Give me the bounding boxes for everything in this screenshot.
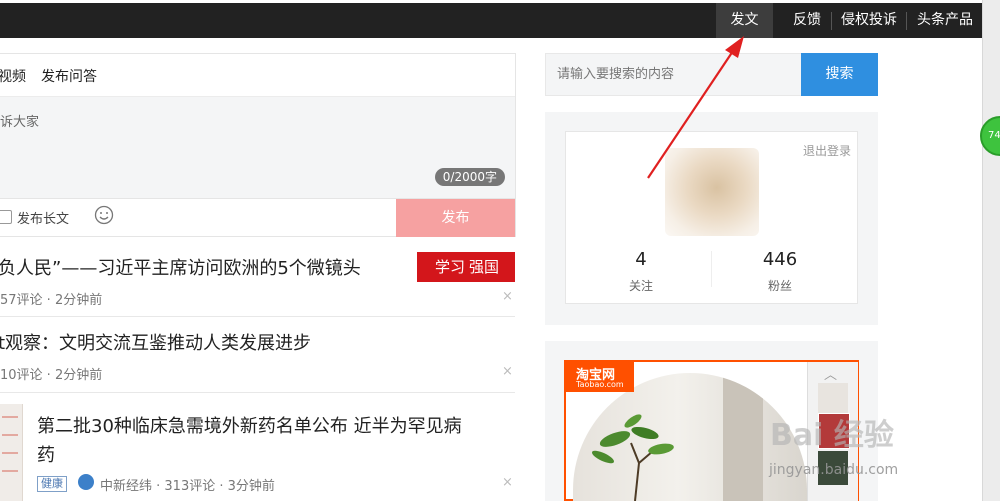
followers-label[interactable]: 粉丝 — [750, 277, 810, 294]
thumb-line — [2, 416, 18, 418]
taobao-logo-sub: Taobao.com — [576, 380, 624, 389]
stat-divider — [711, 251, 712, 287]
feed-item-title-cont[interactable]: 药 — [37, 441, 55, 467]
search-input[interactable]: 请输入要搜索的内容 — [545, 53, 802, 96]
feed-item-title[interactable]: 第二批30种临床急需境外新药名单公布 近半为罕见病 — [37, 412, 462, 438]
thumb-line — [2, 470, 18, 472]
logo-script: 学习 — [435, 258, 466, 276]
nav-infringement-report[interactable]: 侵权投诉 — [834, 3, 904, 38]
avatar[interactable] — [665, 148, 759, 236]
article-thumbnail[interactable] — [0, 404, 23, 501]
search-button[interactable]: 搜索 — [801, 53, 878, 96]
following-count[interactable]: 4 — [611, 249, 671, 270]
nav-feedback[interactable]: 反馈 — [786, 3, 828, 38]
dismiss-icon[interactable]: × — [502, 289, 513, 304]
nav-post-article[interactable]: 发文 — [716, 3, 773, 38]
publish-button[interactable]: 发布 — [396, 199, 515, 237]
baidu-watermark: Bai 经验 — [770, 418, 894, 453]
source-globe-icon — [78, 474, 94, 490]
emoji-icon[interactable] — [94, 205, 114, 225]
long-article-label[interactable]: 发布长文 — [17, 208, 69, 227]
composer-textarea[interactable]: 诉大家 0/2000字 — [0, 97, 515, 198]
nav-products[interactable]: 头条产品 — [909, 3, 981, 38]
right-edge-line — [982, 0, 983, 501]
top-nav-bar: 发文 反馈 侵权投诉 头条产品 — [0, 0, 982, 38]
chevron-up-icon[interactable]: ︿ — [824, 364, 837, 383]
composer-toolbar: 发布长文 发布 — [0, 198, 515, 237]
right-scroll-area — [982, 0, 1000, 501]
feed-item-meta: 中新经纬 · 313评论 · 3分钟前 — [100, 479, 275, 494]
thumb-line — [2, 452, 18, 454]
watermark-url: jingyan.baidu.com — [769, 462, 899, 478]
long-article-checkbox[interactable] — [0, 210, 12, 224]
thumb-line — [2, 434, 18, 436]
category-tag[interactable]: 健康 — [37, 476, 67, 492]
post-composer: 视频 发布问答 诉大家 0/2000字 发布长文 发布 — [0, 53, 516, 237]
feed-item-meta: 10评论 · 2分钟前 — [0, 368, 103, 383]
feed-divider — [0, 316, 515, 317]
xuexi-qiangguo-logo: 学习 强国 — [417, 252, 515, 282]
dismiss-icon[interactable]: × — [502, 364, 513, 379]
following-label[interactable]: 关注 — [611, 277, 671, 294]
tab-video[interactable]: 视频 — [0, 66, 26, 86]
feed-item-title[interactable]: t观察：文明交流互鉴推动人类发展进步 — [0, 329, 311, 355]
feed-divider — [0, 392, 515, 393]
dismiss-icon[interactable]: × — [502, 475, 513, 490]
composer-placeholder: 诉大家 — [0, 115, 40, 130]
feed-item-meta: 57评论 · 2分钟前 — [0, 293, 103, 308]
nav-separator — [906, 12, 907, 30]
feed-item-title[interactable]: 负人民”——习近平主席访问欧洲的5个微镜头 — [0, 254, 361, 280]
tab-post-question[interactable]: 发布问答 — [41, 66, 97, 86]
logo-text: 强国 — [469, 258, 500, 276]
followers-count[interactable]: 446 — [750, 249, 810, 270]
nav-separator — [831, 12, 832, 30]
taobao-logo: 淘宝网 Taobao.com — [566, 362, 634, 392]
char-counter: 0/2000字 — [434, 168, 505, 186]
logout-link[interactable]: 退出登录 — [803, 142, 851, 159]
